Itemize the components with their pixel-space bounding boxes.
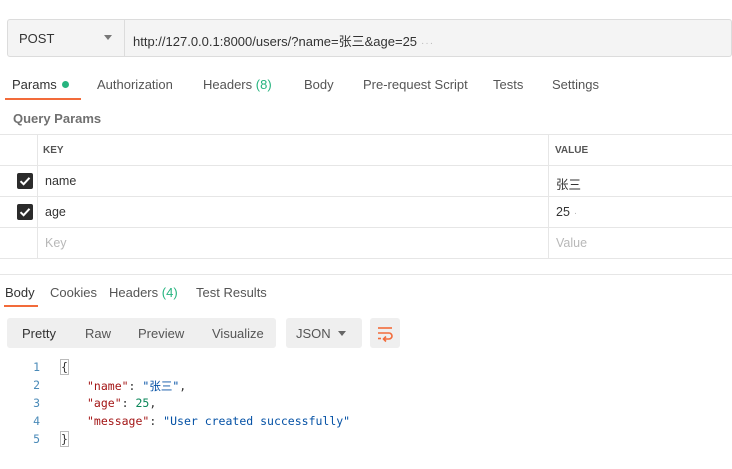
- table-row-new: Key Value: [0, 228, 732, 259]
- json-separator: ,: [149, 396, 157, 410]
- json-line: "name": "张三",: [87, 379, 187, 393]
- line-number: 3: [33, 396, 40, 410]
- tab-params-label: Params: [12, 77, 57, 92]
- tab-authorization[interactable]: Authorization: [97, 77, 173, 92]
- view-pretty-button[interactable]: Pretty: [22, 326, 56, 341]
- chevron-down-icon: [338, 331, 346, 336]
- active-dot-icon: [61, 81, 69, 88]
- json-key: "name": [87, 379, 129, 393]
- response-tab-test-results[interactable]: Test Results: [196, 285, 267, 300]
- response-tab-headers[interactable]: Headers (4): [109, 285, 178, 300]
- wrap-lines-button[interactable]: [370, 318, 400, 348]
- table-row: age 25 ·: [0, 197, 732, 228]
- param-key[interactable]: name: [45, 174, 76, 188]
- tab-tests[interactable]: Tests: [493, 77, 523, 92]
- url-input[interactable]: http://127.0.0.1:8000/users/?name=张三&age…: [133, 31, 434, 50]
- more-dots-icon: ·: [573, 208, 579, 219]
- view-mode-group: Pretty Raw Preview Visualize: [7, 318, 276, 348]
- active-tab-indicator: [5, 98, 81, 100]
- param-key[interactable]: age: [45, 205, 66, 219]
- tab-headers-count: (8): [255, 77, 272, 92]
- json-key: "message": [87, 414, 150, 428]
- json-line: "age": 25,: [87, 396, 157, 410]
- param-value[interactable]: 25 ·: [556, 205, 578, 219]
- line-number: 2: [33, 378, 40, 392]
- response-tab-cookies[interactable]: Cookies: [50, 285, 97, 300]
- response-body: 1 2 3 4 5 { "name": "张三", "age": 25, "me…: [0, 358, 732, 458]
- line-number: 4: [33, 414, 40, 428]
- request-tabs: Params Authorization Headers (8) Body Pr…: [0, 70, 732, 100]
- json-value: "User created successfully": [163, 414, 351, 428]
- tab-headers-label: Headers: [203, 77, 253, 92]
- close-brace: }: [60, 431, 69, 447]
- wrap-lines-icon: [378, 327, 393, 343]
- response-tab-headers-label: Headers: [109, 285, 159, 300]
- tab-body[interactable]: Body: [304, 77, 334, 92]
- query-params-title: Query Params: [13, 111, 102, 126]
- active-response-tab-indicator: [4, 305, 38, 307]
- line-number: 1: [33, 360, 40, 374]
- method-select[interactable]: POST: [8, 20, 125, 56]
- new-value-input[interactable]: Value: [556, 236, 587, 250]
- params-table: KEY VALUE name 张三 age 25 · Key Value: [0, 134, 732, 259]
- chevron-down-icon: [104, 35, 112, 40]
- table-header-row: KEY VALUE: [0, 135, 732, 166]
- format-select[interactable]: JSON: [286, 318, 362, 348]
- view-visualize-button[interactable]: Visualize: [212, 326, 264, 341]
- json-separator: ,: [179, 379, 187, 393]
- column-header-value: VALUE: [555, 145, 589, 156]
- line-number: 5: [33, 432, 40, 446]
- response-tab-headers-count: (4): [161, 285, 178, 300]
- url-text: http://127.0.0.1:8000/users/?name=张三&age…: [133, 34, 418, 49]
- param-value-text: 25: [556, 205, 570, 219]
- new-key-input[interactable]: Key: [45, 236, 67, 250]
- param-value[interactable]: 张三: [556, 174, 581, 193]
- column-header-key: KEY: [43, 145, 64, 156]
- json-value: 25: [135, 396, 150, 410]
- tab-pre-request-script[interactable]: Pre-request Script: [363, 77, 468, 92]
- divider: [0, 274, 732, 275]
- tab-settings[interactable]: Settings: [552, 77, 599, 92]
- response-tab-body[interactable]: Body: [5, 285, 35, 300]
- table-row: name 张三: [0, 166, 732, 197]
- format-label: JSON: [296, 326, 331, 341]
- request-bar: POST http://127.0.0.1:8000/users/?name=张…: [7, 19, 732, 57]
- json-value: "张三": [142, 379, 180, 393]
- view-raw-button[interactable]: Raw: [85, 326, 111, 341]
- tab-headers[interactable]: Headers (8): [203, 77, 272, 92]
- row-checkbox[interactable]: [17, 204, 33, 220]
- method-label: POST: [19, 30, 55, 46]
- open-brace: {: [60, 359, 69, 375]
- response-tabs: Body Cookies Headers (4) Test Results: [0, 283, 732, 309]
- more-dots-icon: ···: [421, 38, 435, 49]
- tab-params[interactable]: Params: [12, 77, 69, 92]
- json-key: "age": [87, 396, 122, 410]
- row-checkbox[interactable]: [17, 173, 33, 189]
- json-line: "message": "User created successfully": [87, 414, 351, 428]
- view-preview-button[interactable]: Preview: [138, 326, 184, 341]
